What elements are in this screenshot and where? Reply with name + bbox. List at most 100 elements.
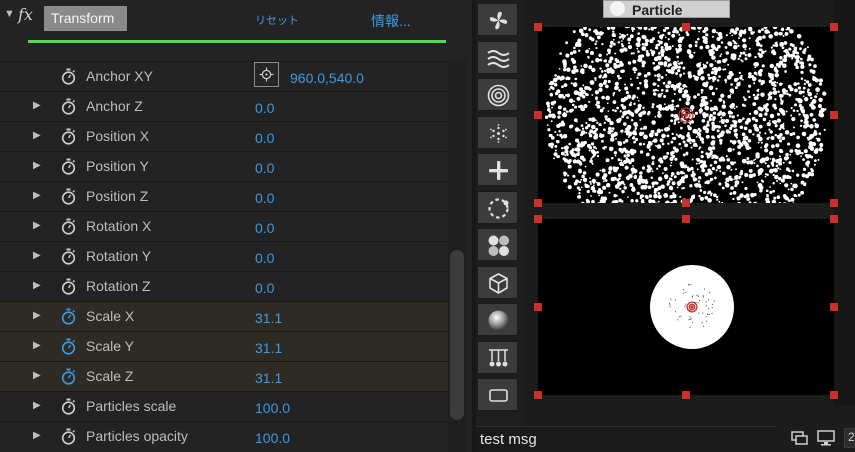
property-row-scale-z[interactable]: ▶ Scale Z 31.1: [0, 361, 448, 391]
property-label: Rotation X: [86, 218, 152, 234]
stopwatch-icon[interactable]: [61, 128, 76, 145]
toolbar-button-emitter-array[interactable]: [477, 340, 518, 374]
top-viewport-handle[interactable]: [682, 199, 690, 207]
effect-name[interactable]: Transform: [44, 6, 127, 31]
stopwatch-icon[interactable]: [61, 68, 76, 85]
bottom-viewport-handle[interactable]: [534, 391, 542, 399]
stopwatch-icon[interactable]: [61, 158, 76, 175]
property-value[interactable]: 0.0: [255, 220, 274, 236]
triangle-right-icon[interactable]: ▶: [33, 160, 41, 171]
reset-link[interactable]: リセット: [255, 12, 299, 28]
toolbar-button-waves[interactable]: [477, 40, 518, 74]
fx-badge[interactable]: fx: [18, 5, 33, 24]
toolbar-button-plus[interactable]: [477, 153, 518, 186]
toolbar-button-dashed-circle[interactable]: [477, 190, 518, 224]
property-value[interactable]: 31.1: [255, 310, 282, 326]
triangle-right-icon[interactable]: ▶: [33, 220, 41, 231]
top-viewport-handle[interactable]: [830, 111, 838, 119]
toolbar-button-cube[interactable]: [477, 265, 518, 299]
property-label: Position Y: [86, 158, 149, 174]
vertical-scrollbar[interactable]: [450, 250, 464, 420]
property-row-particles-scale[interactable]: ▶ Particles scale 100.0: [0, 391, 448, 421]
property-value[interactable]: 100.0: [255, 400, 290, 416]
bottom-viewport-handle[interactable]: [682, 215, 690, 223]
property-label: Position Z: [86, 188, 149, 204]
stopwatch-icon[interactable]: [61, 188, 76, 205]
toolbar-button-sphere[interactable]: [477, 303, 518, 336]
triangle-right-icon[interactable]: ▶: [33, 100, 41, 111]
triangle-right-icon[interactable]: ▶: [33, 250, 41, 261]
property-value[interactable]: 31.1: [255, 370, 282, 386]
stopwatch-icon[interactable]: [61, 218, 76, 235]
triangle-right-icon[interactable]: ▶: [33, 370, 41, 381]
stopwatch-icon[interactable]: [61, 248, 76, 265]
top-viewport-handle[interactable]: [682, 23, 690, 31]
property-row-anchor-xy[interactable]: Anchor XY 960.0,540.0: [0, 61, 448, 91]
property-value[interactable]: 960.0,540.0: [290, 70, 364, 86]
property-value[interactable]: 0.0: [255, 160, 274, 176]
toolbar-button-four-circles[interactable]: [477, 228, 518, 261]
stopwatch-icon[interactable]: [61, 428, 76, 445]
stopwatch-icon[interactable]: [61, 368, 76, 385]
property-row-scale-y[interactable]: ▶ Scale Y 31.1: [0, 331, 448, 361]
stopwatch-icon[interactable]: [61, 338, 76, 355]
viewport-top[interactable]: [538, 27, 834, 203]
property-row-anchor-z[interactable]: ▶ Anchor Z 0.0: [0, 91, 448, 121]
about-link[interactable]: 情報...: [371, 11, 411, 31]
top-viewport-handle[interactable]: [534, 111, 542, 119]
property-row-rotation-y[interactable]: ▶ Rotation Y 0.0: [0, 241, 448, 271]
property-value[interactable]: 31.1: [255, 340, 282, 356]
bottom-viewport-handle[interactable]: [534, 303, 542, 311]
property-label: Scale X: [86, 308, 135, 324]
rectangle-icon: [489, 389, 508, 402]
stopwatch-icon[interactable]: [61, 98, 76, 115]
toolbar-button-fan[interactable]: [477, 3, 518, 36]
triangle-right-icon[interactable]: ▶: [33, 280, 41, 291]
top-viewport-handle[interactable]: [830, 23, 838, 31]
property-label: Particles scale: [86, 398, 177, 414]
bottom-viewport-handle[interactable]: [682, 391, 690, 399]
top-viewport-handle[interactable]: [534, 23, 542, 31]
property-value[interactable]: 0.0: [255, 190, 274, 206]
property-value[interactable]: 0.0: [255, 130, 274, 146]
top-viewport-handle[interactable]: [830, 199, 838, 207]
property-value[interactable]: 0.0: [255, 250, 274, 266]
bottom-viewport-handle[interactable]: [830, 391, 838, 399]
toolbar-button-concentric-rings[interactable]: [477, 78, 518, 111]
property-row-position-z[interactable]: ▶ Position Z 0.0: [0, 181, 448, 211]
triangle-right-icon[interactable]: ▶: [33, 190, 41, 201]
monitor-icon[interactable]: [816, 430, 836, 446]
triangle-right-icon[interactable]: ▶: [33, 310, 41, 321]
status-message: test msg: [480, 431, 537, 448]
tab-particle[interactable]: Particle: [603, 0, 730, 18]
layers-icon[interactable]: [790, 430, 810, 446]
triangle-right-icon[interactable]: ▶: [33, 430, 41, 441]
bottom-viewport-handle[interactable]: [830, 215, 838, 223]
property-row-position-x[interactable]: ▶ Position X 0.0: [0, 121, 448, 151]
crosshair-icon[interactable]: [254, 62, 279, 87]
property-value[interactable]: 100.0: [255, 430, 290, 446]
triangle-right-icon[interactable]: ▶: [33, 130, 41, 141]
property-value[interactable]: 0.0: [255, 100, 274, 116]
stopwatch-icon[interactable]: [61, 398, 76, 415]
property-row-position-y[interactable]: ▶ Position Y 0.0: [0, 151, 448, 181]
property-row-rotation-z[interactable]: ▶ Rotation Z 0.0: [0, 271, 448, 301]
property-value[interactable]: 0.0: [255, 280, 274, 296]
status-bar: test msg: [476, 426, 776, 452]
property-row-particles-opacity[interactable]: ▶ Particles opacity 100.0: [0, 421, 448, 451]
triangle-right-icon[interactable]: ▶: [33, 400, 41, 411]
viewport-bottom[interactable]: [538, 219, 834, 395]
property-row-rotation-x[interactable]: ▶ Rotation X 0.0: [0, 211, 448, 241]
triangle-right-icon[interactable]: ▶: [33, 340, 41, 351]
toolbar-button-snowflake[interactable]: [477, 115, 518, 149]
toolbar-button-rectangle[interactable]: [477, 378, 518, 411]
bottom-viewport-handle[interactable]: [534, 215, 542, 223]
triangle-down-icon[interactable]: ▼: [4, 8, 16, 22]
property-label: Scale Z: [86, 368, 134, 384]
bottom-viewport-handle[interactable]: [830, 303, 838, 311]
anchor-reticle-icon: [686, 301, 698, 313]
stopwatch-icon[interactable]: [61, 278, 76, 295]
property-row-scale-x[interactable]: ▶ Scale X 31.1: [0, 301, 448, 331]
stopwatch-icon[interactable]: [61, 308, 76, 325]
top-viewport-handle[interactable]: [534, 199, 542, 207]
